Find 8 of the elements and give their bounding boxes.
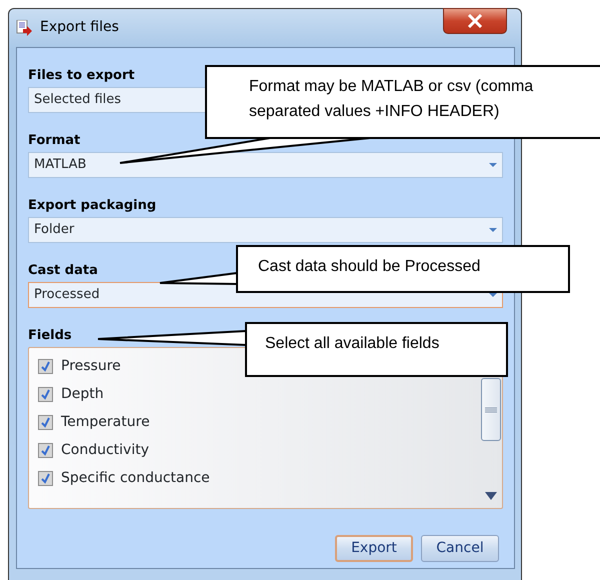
window-title: Export files — [40, 18, 119, 37]
field-label: Export packaging — [28, 197, 156, 215]
callout-tooltip: Select all available fields — [245, 322, 508, 377]
field-label: Fields — [28, 327, 72, 345]
field-label: Cast data — [28, 262, 98, 280]
callout-tooltip: Cast data should be Processed — [236, 245, 570, 293]
field-label: Format — [28, 132, 80, 150]
field-label: Files to export — [28, 67, 135, 85]
